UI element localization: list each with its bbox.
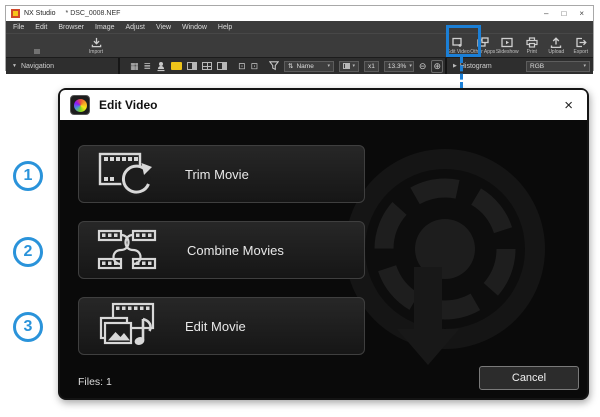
slideshow-label: Slideshow (496, 49, 519, 55)
fullscreen-icon[interactable]: ⊡ (251, 61, 259, 71)
combine-movies-label: Combine Movies (187, 243, 284, 258)
zoom-out-icon[interactable]: ⊖ (419, 61, 427, 72)
cancel-button[interactable]: Cancel (479, 366, 579, 390)
dialog-title: Edit Video (99, 98, 157, 112)
edit-movie-icon (97, 302, 155, 350)
map-view-icon[interactable] (156, 61, 166, 72)
app-logo-icon (11, 9, 20, 18)
navbar: ▼ Navigation ▦ ≣ ⊡ ⊡ ⇅ Name ▾ (6, 57, 593, 74)
slideshow-icon (501, 37, 513, 48)
trim-movie-button[interactable]: Trim Movie (78, 145, 365, 203)
chevron-down-icon: ▾ (409, 63, 412, 69)
filmstrip-view-icon[interactable] (217, 62, 227, 70)
print-button[interactable]: Print (520, 35, 545, 56)
callout-leader-line (460, 57, 463, 88)
split-view-icon[interactable] (187, 62, 197, 70)
dialog-body: Trim Movie Combine (60, 120, 587, 398)
export-label: Export (574, 49, 588, 55)
titlebar: NX Studio * DSC_0008.NEF – □ × (6, 6, 593, 21)
navigation-panel-header[interactable]: ▼ Navigation (6, 58, 120, 74)
combine-movies-button[interactable]: Combine Movies (78, 221, 365, 279)
zoom-level-value: 13.3% (388, 63, 406, 70)
files-count-label: Files: 1 (78, 376, 112, 388)
menubar: File Edit Browser Image Adjust View Wind… (6, 21, 593, 33)
upload-label: Upload (548, 49, 564, 55)
print-label: Print (527, 49, 537, 55)
chevron-down-icon: ▾ (583, 63, 586, 69)
export-icon (575, 37, 587, 48)
thumbnail-size-dropdown[interactable]: ▾ (339, 61, 359, 72)
step-callout-2: 2 (13, 237, 43, 267)
view-controls: ▦ ≣ ⊡ ⊡ ⇅ Name ▾ ▾ (124, 58, 443, 74)
histogram-label: Histogram (460, 63, 492, 70)
document-name: * DSC_0008.NEF (66, 10, 121, 17)
edit-video-dialog: Edit Video × (58, 88, 589, 400)
sort-icon: ⇅ (288, 62, 293, 70)
import-label: Import (89, 49, 103, 55)
dialog-titlebar: Edit Video × (60, 90, 587, 120)
chevron-down-icon: ▾ (328, 63, 331, 69)
menu-edit[interactable]: Edit (35, 24, 47, 31)
dialog-close-icon[interactable]: × (560, 98, 577, 113)
toolbar: Import Edit Video Other Apps (6, 33, 593, 57)
menu-image[interactable]: Image (95, 24, 114, 31)
zoom-level-dropdown[interactable]: 13.3% ▾ (384, 61, 414, 72)
export-button[interactable]: Export (569, 35, 594, 56)
menu-file[interactable]: File (13, 24, 24, 31)
minimize-icon[interactable]: – (544, 10, 548, 18)
photo-view-selected-icon[interactable] (171, 62, 182, 70)
slideshow-button[interactable]: Slideshow (495, 35, 520, 56)
sort-dropdown[interactable]: ⇅ Name ▾ (284, 61, 334, 72)
edit-video-highlight-box (446, 25, 481, 57)
window-controls: – □ × (544, 10, 588, 18)
menu-browser[interactable]: Browser (58, 24, 84, 31)
app-title: NX Studio (24, 10, 56, 17)
import-button[interactable]: Import (76, 35, 116, 56)
histogram-panel-header: ▶ Histogram RGB ▾ (445, 58, 593, 74)
chevron-down-icon: ▼ (12, 63, 17, 69)
sort-label: Name (296, 63, 313, 70)
close-icon[interactable]: × (579, 10, 584, 18)
zoom-in-icon[interactable]: ⊕ (431, 60, 443, 73)
import-icon (91, 37, 102, 48)
channel-value: RGB (530, 63, 544, 70)
menu-view[interactable]: View (156, 24, 171, 31)
upload-icon (550, 37, 562, 48)
trim-movie-label: Trim Movie (185, 167, 249, 182)
combine-movies-icon (97, 227, 157, 273)
menu-adjust[interactable]: Adjust (126, 24, 145, 31)
menu-help[interactable]: Help (218, 24, 232, 31)
scale-label: x1 (368, 63, 375, 70)
grid-view-icon[interactable]: ▦ (130, 61, 139, 71)
filter-funnel-icon[interactable] (269, 61, 279, 71)
channel-dropdown[interactable]: RGB ▾ (526, 61, 590, 72)
navigation-label: Navigation (21, 63, 54, 70)
maximize-icon[interactable]: □ (561, 10, 566, 18)
four-pane-view-icon[interactable] (202, 62, 212, 70)
edit-movie-button[interactable]: Edit Movie (78, 297, 365, 355)
chevron-right-icon[interactable]: ▶ (453, 63, 457, 69)
compare-view-icon[interactable]: ⊡ (238, 61, 246, 71)
step-callout-3: 3 (13, 312, 43, 342)
print-icon (526, 37, 538, 48)
chevron-down-icon: ▾ (353, 63, 356, 69)
pane-icon (343, 63, 349, 69)
nx-studio-logo-icon (70, 95, 90, 115)
app-window: NX Studio * DSC_0008.NEF – □ × File Edit… (5, 5, 594, 71)
list-view-icon[interactable]: ≣ (144, 61, 152, 71)
menu-window[interactable]: Window (182, 24, 207, 31)
trim-movie-icon (97, 151, 155, 197)
filmstrip-toggle-icon[interactable] (34, 49, 40, 54)
edit-movie-label: Edit Movie (185, 319, 246, 334)
scale-1x-button[interactable]: x1 (364, 61, 379, 72)
step-callout-1: 1 (13, 161, 43, 191)
upload-button[interactable]: Upload (544, 35, 569, 56)
cancel-label: Cancel (512, 372, 546, 384)
